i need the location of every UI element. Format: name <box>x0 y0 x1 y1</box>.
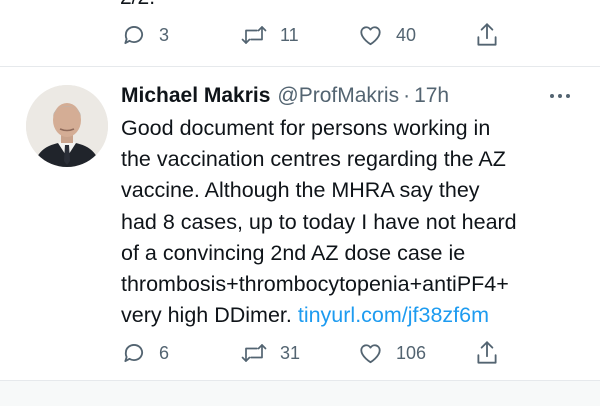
more-icon <box>550 94 570 98</box>
tweet-text-line: of a convincing 2nd AZ dose case ie <box>121 240 466 265</box>
reply-button[interactable]: 6 <box>121 338 169 368</box>
like-icon <box>360 26 381 46</box>
timestamp[interactable]: 17h <box>414 84 449 108</box>
tweet-text-line: vaccine. Although the MHRA say they <box>121 178 480 203</box>
previous-tweet-text: 2/2. <box>120 0 155 10</box>
profile-photo <box>26 85 108 167</box>
tweet-text-line: Good document for persons working in <box>121 116 491 140</box>
tweet-text-line: thrombosis+thrombocytopenia+antiPF4+ <box>121 272 509 297</box>
retweet-icon <box>241 344 267 362</box>
reply-icon <box>124 344 144 363</box>
tweet-actions: 6 31 106 <box>0 338 600 368</box>
retweet-count: 31 <box>280 342 301 363</box>
tweet-text-line: the vaccination centres regarding the AZ <box>121 147 506 172</box>
previous-tweet: 2/2. 3 11 40 <box>0 0 600 66</box>
author-name[interactable]: Michael Makris <box>121 84 270 108</box>
reply-count: 3 <box>159 24 170 45</box>
reply-button[interactable]: 3 <box>121 20 169 50</box>
retweet-icon <box>241 26 267 44</box>
avatar[interactable] <box>26 85 108 167</box>
retweet-count: 11 <box>280 24 299 45</box>
share-button[interactable] <box>474 338 500 368</box>
like-button[interactable]: 106 <box>357 338 426 368</box>
separator-dot: · <box>403 84 411 107</box>
tweet-header: Michael Makris @ProfMakris · 17h <box>121 81 449 111</box>
tweet-link[interactable]: tinyurl.com/jf38zf6m <box>298 303 489 327</box>
tweet-text-line: very high DDimer. tinyurl.com/jf38zf6m <box>121 300 589 331</box>
timeline-gap <box>0 381 600 406</box>
like-count: 106 <box>396 342 427 363</box>
share-icon <box>477 23 497 46</box>
author-handle[interactable]: @ProfMakris <box>277 84 399 108</box>
retweet-button[interactable]: 31 <box>240 338 300 368</box>
retweet-button[interactable]: 11 <box>240 20 299 50</box>
share-icon <box>477 341 497 364</box>
like-button[interactable]: 40 <box>357 20 416 50</box>
tweet-text: Good document for persons working in the… <box>121 113 589 331</box>
tweet-text-last: very high DDimer. <box>121 303 292 328</box>
reply-icon <box>124 26 144 45</box>
share-button[interactable] <box>474 20 500 50</box>
reply-count: 6 <box>159 342 170 363</box>
previous-tweet-actions: 3 11 40 <box>0 20 600 50</box>
tweet-text-line: had 8 cases, up to today I have not hear… <box>121 209 517 234</box>
more-button[interactable] <box>549 87 571 105</box>
tweet[interactable]: Michael Makris @ProfMakris · 17h Good do… <box>0 67 600 380</box>
like-count: 40 <box>396 24 417 45</box>
like-icon <box>360 344 381 364</box>
